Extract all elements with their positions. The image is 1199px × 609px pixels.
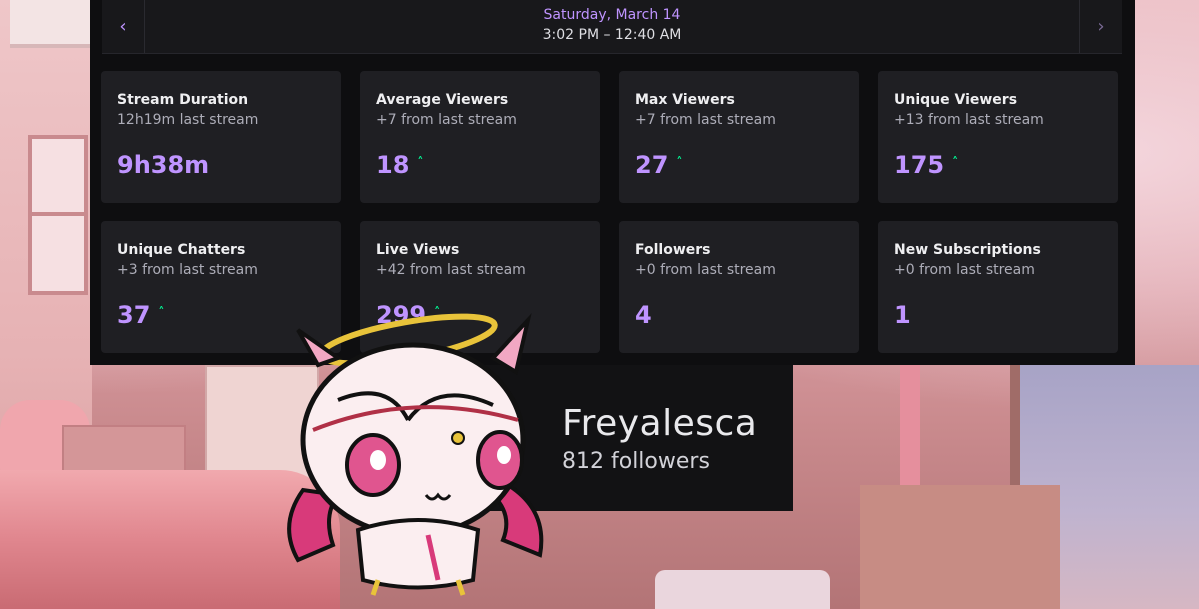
trend-up-icon: ˄ <box>952 155 959 169</box>
stat-value: 37 ˄ <box>117 301 164 329</box>
trend-up-icon: ˄ <box>676 155 683 169</box>
stat-card-followers: Followers +0 from last stream 4 <box>619 221 859 353</box>
desk <box>860 485 1060 609</box>
stat-value: 27 ˄ <box>635 151 682 179</box>
stat-comparison: +13 from last stream <box>894 112 1044 128</box>
stat-title: Followers <box>635 242 711 258</box>
stat-comparison: +0 from last stream <box>894 262 1035 278</box>
stat-title: Unique Chatters <box>117 242 246 258</box>
stat-value-text: 27 <box>635 151 669 179</box>
stat-card-unique-viewers: Unique Viewers +13 from last stream 175 ˄ <box>878 71 1118 203</box>
trend-up-icon: ˄ <box>158 305 165 319</box>
stream-summary-panel: ‹ Saturday, March 14 3:02 PM – 12:40 AM … <box>90 0 1135 365</box>
stat-value-text: 4 <box>635 301 652 329</box>
date-navigator: ‹ Saturday, March 14 3:02 PM – 12:40 AM … <box>102 0 1122 54</box>
next-stream-button[interactable]: › <box>1079 0 1122 53</box>
stat-comparison: +42 from last stream <box>376 262 526 278</box>
stat-value: 18 ˄ <box>376 151 423 179</box>
stat-comparison: +7 from last stream <box>376 112 517 128</box>
stat-title: New Subscriptions <box>894 242 1041 258</box>
stat-value: 175 ˄ <box>894 151 958 179</box>
stat-comparison: +3 from last stream <box>117 262 258 278</box>
stat-card-new-subscriptions: New Subscriptions +0 from last stream 1 <box>878 221 1118 353</box>
stat-value-text: 1 <box>894 301 911 329</box>
stream-day: Saturday, March 14 <box>543 7 681 23</box>
stat-value: 1 <box>894 301 911 329</box>
air-conditioner <box>10 0 92 48</box>
stat-comparison: +7 from last stream <box>635 112 776 128</box>
stat-title: Unique Viewers <box>894 92 1018 108</box>
chevron-right-icon: › <box>1097 16 1105 37</box>
stat-title: Stream Duration <box>117 92 249 108</box>
stat-card-stream-duration: Stream Duration 12h19m last stream 9h38m <box>101 71 341 203</box>
stream-date: Saturday, March 14 3:02 PM – 12:40 AM <box>144 6 1080 45</box>
bedroom-window-left <box>28 135 88 295</box>
stat-title: Live Views <box>376 242 460 258</box>
trend-up-icon: ˄ <box>417 155 424 169</box>
stat-value-text: 18 <box>376 151 410 179</box>
stool <box>655 570 830 609</box>
stat-value-text: 37 <box>117 301 151 329</box>
stat-value-text: 175 <box>894 151 945 179</box>
stat-card-max-viewers: Max Viewers +7 from last stream 27 ˄ <box>619 71 859 203</box>
stat-value: 4 <box>635 301 652 329</box>
previous-stream-button[interactable]: ‹ <box>102 0 145 53</box>
stat-comparison: 12h19m last stream <box>117 112 259 128</box>
stat-card-average-viewers: Average Viewers +7 from last stream 18 ˄ <box>360 71 600 203</box>
stat-title: Average Viewers <box>376 92 509 108</box>
stat-comparison: +0 from last stream <box>635 262 776 278</box>
follower-count: 812 followers <box>562 449 710 474</box>
stat-value: 9h38m <box>117 151 209 179</box>
channel-name: Freyalesca <box>562 403 758 444</box>
stream-time-range: 3:02 PM – 12:40 AM <box>542 27 682 43</box>
stat-value-text: 9h38m <box>117 151 210 179</box>
stat-title: Max Viewers <box>635 92 735 108</box>
chibi-mascot-image <box>287 313 544 596</box>
chevron-left-icon: ‹ <box>119 16 127 37</box>
